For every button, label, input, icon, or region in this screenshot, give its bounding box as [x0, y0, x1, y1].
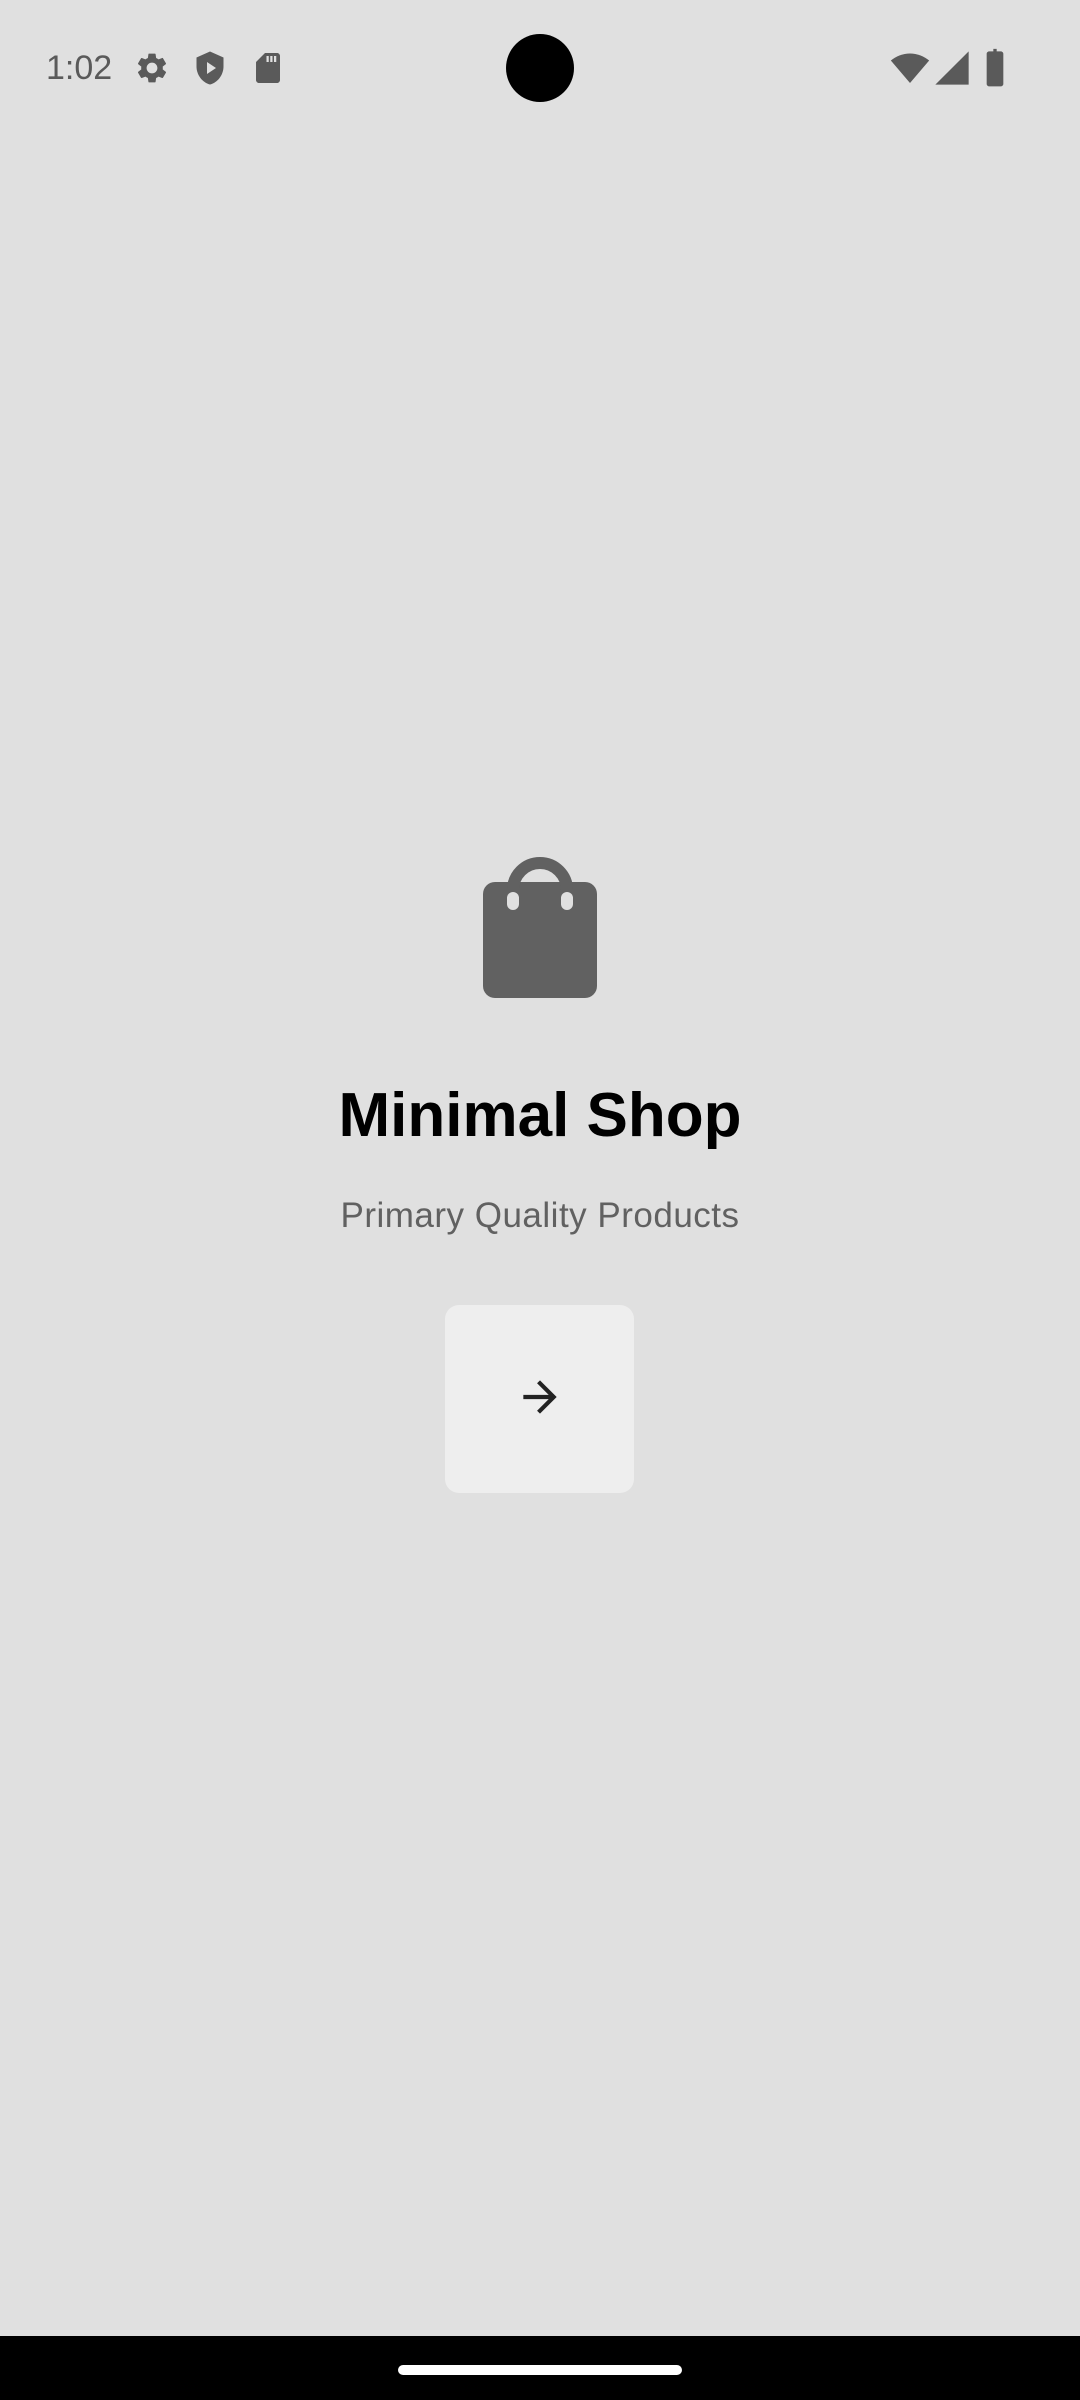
camera-cutout [506, 34, 574, 102]
battery-icon [978, 48, 1012, 88]
shield-icon [192, 50, 228, 86]
shopping-bag-icon [480, 852, 600, 1000]
next-button[interactable] [445, 1305, 634, 1493]
sd-card-icon [250, 50, 286, 86]
app-subtitle: Primary Quality Products [340, 1196, 740, 1235]
navigation-bar [0, 2336, 1080, 2400]
status-time: 1:02 [46, 49, 113, 87]
home-gesture-handle[interactable] [398, 2365, 682, 2375]
wifi-icon [890, 48, 930, 88]
app-title: Minimal Shop [338, 1081, 742, 1150]
arrow-right-icon [515, 1372, 565, 1427]
gear-icon [134, 50, 170, 86]
signal-icon [932, 48, 972, 88]
splash-screen: 1:02 Minimal Shop Primary Quality Produc… [0, 0, 1080, 2400]
status-bar: 1:02 [0, 0, 1080, 136]
